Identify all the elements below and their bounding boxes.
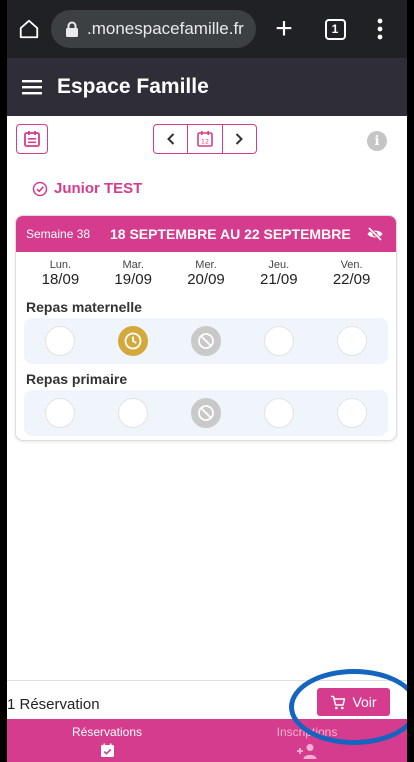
app-title: Espace Famille bbox=[57, 75, 209, 98]
slot-empty-toggle[interactable] bbox=[263, 398, 294, 428]
home-icon[interactable] bbox=[7, 0, 51, 58]
tab-switcher-button[interactable]: 1 bbox=[312, 0, 358, 58]
meal-slot bbox=[170, 398, 243, 428]
date-toolbar: 12 i bbox=[7, 116, 407, 166]
next-week-button[interactable] bbox=[221, 125, 256, 153]
day-column-header: Ven. 22/09 bbox=[332, 259, 371, 288]
week-range: 18 SEPTEMBRE AU 22 SEPTEMBRE bbox=[110, 226, 351, 242]
menu-icon[interactable] bbox=[7, 58, 57, 116]
section-title: Repas maternelle bbox=[26, 299, 142, 315]
svg-text:12: 12 bbox=[201, 138, 209, 146]
slot-empty-toggle[interactable] bbox=[118, 398, 149, 428]
meal-slot bbox=[97, 398, 170, 428]
week-number: Semaine 38 bbox=[26, 227, 91, 241]
meal-slot bbox=[170, 326, 243, 356]
new-tab-button[interactable]: + bbox=[256, 0, 312, 58]
day-header-row: Lun. 18/09 Mar. 19/09 Mer. 20/09 Jeu. 21/09 … bbox=[16, 252, 396, 296]
chevron-left-icon bbox=[166, 133, 174, 145]
lock-icon bbox=[65, 21, 79, 37]
more-menu-icon[interactable] bbox=[358, 0, 402, 58]
reservation-count: 1 Réservation bbox=[7, 695, 100, 713]
slot-row bbox=[24, 318, 388, 364]
week-card: Semaine 38 18 SEPTEMBRE AU 22 SEPTEMBRE … bbox=[15, 215, 397, 441]
person-add-icon bbox=[297, 744, 317, 759]
block-icon bbox=[196, 331, 216, 351]
child-name: Junior TEST bbox=[54, 180, 143, 197]
meal-slot bbox=[24, 326, 97, 356]
slot-empty-toggle[interactable] bbox=[45, 326, 76, 356]
section-title: Repas primaire bbox=[26, 371, 128, 387]
slot-empty-toggle[interactable] bbox=[263, 326, 294, 356]
day-column-header: Mar. 19/09 bbox=[114, 259, 152, 288]
calendar-button[interactable] bbox=[16, 124, 48, 154]
today-button[interactable]: 12 bbox=[187, 125, 221, 153]
calendar-list-icon bbox=[24, 131, 40, 147]
calendar-day-icon: 12 bbox=[197, 131, 213, 147]
app-bar: Espace Famille bbox=[7, 58, 407, 116]
address-bar[interactable]: .monespacefamille.fr bbox=[51, 10, 256, 48]
day-column-header: Jeu. 21/09 bbox=[260, 259, 298, 288]
url-text: .monespacefamille.fr bbox=[87, 19, 244, 38]
info-icon[interactable]: i bbox=[367, 131, 387, 151]
eye-off-icon[interactable] bbox=[366, 226, 384, 242]
clock-icon bbox=[123, 331, 143, 351]
slot-closed-toggle bbox=[190, 326, 221, 356]
highlight-annotation bbox=[289, 669, 407, 745]
calendar-check-icon bbox=[100, 743, 114, 757]
chevron-right-icon bbox=[236, 133, 244, 145]
check-circle-icon bbox=[32, 181, 48, 196]
meal-slot bbox=[24, 398, 97, 428]
week-header: Semaine 38 18 SEPTEMBRE AU 22 SEPTEMBRE bbox=[16, 216, 396, 252]
meal-slot bbox=[242, 326, 315, 356]
meal-slot bbox=[315, 326, 388, 356]
block-icon bbox=[196, 403, 216, 423]
phone-screen: .monespacefamille.fr + 1 Espace Famille … bbox=[7, 0, 407, 762]
day-column-header: Lun. 18/09 bbox=[41, 259, 80, 288]
slot-empty-toggle[interactable] bbox=[336, 326, 367, 356]
slot-closed-toggle bbox=[190, 398, 221, 428]
slot-row bbox=[24, 390, 388, 436]
nav-reservations[interactable]: Réservations bbox=[7, 719, 207, 762]
day-column-header: Mer. 20/09 bbox=[187, 259, 225, 288]
browser-toolbar: .monespacefamille.fr + 1 bbox=[7, 0, 407, 58]
slot-pending-toggle[interactable] bbox=[118, 326, 149, 356]
slot-empty-toggle[interactable] bbox=[45, 398, 76, 428]
nav-label: Réservations bbox=[71, 725, 143, 739]
meal-slot bbox=[97, 326, 170, 356]
tab-count: 1 bbox=[324, 18, 346, 40]
meal-slot bbox=[315, 398, 388, 428]
week-navigation: 12 bbox=[153, 124, 257, 154]
previous-week-button[interactable] bbox=[154, 125, 187, 153]
meal-slot bbox=[242, 398, 315, 428]
slot-empty-toggle[interactable] bbox=[336, 398, 367, 428]
child-selector[interactable]: Junior TEST bbox=[32, 180, 142, 197]
